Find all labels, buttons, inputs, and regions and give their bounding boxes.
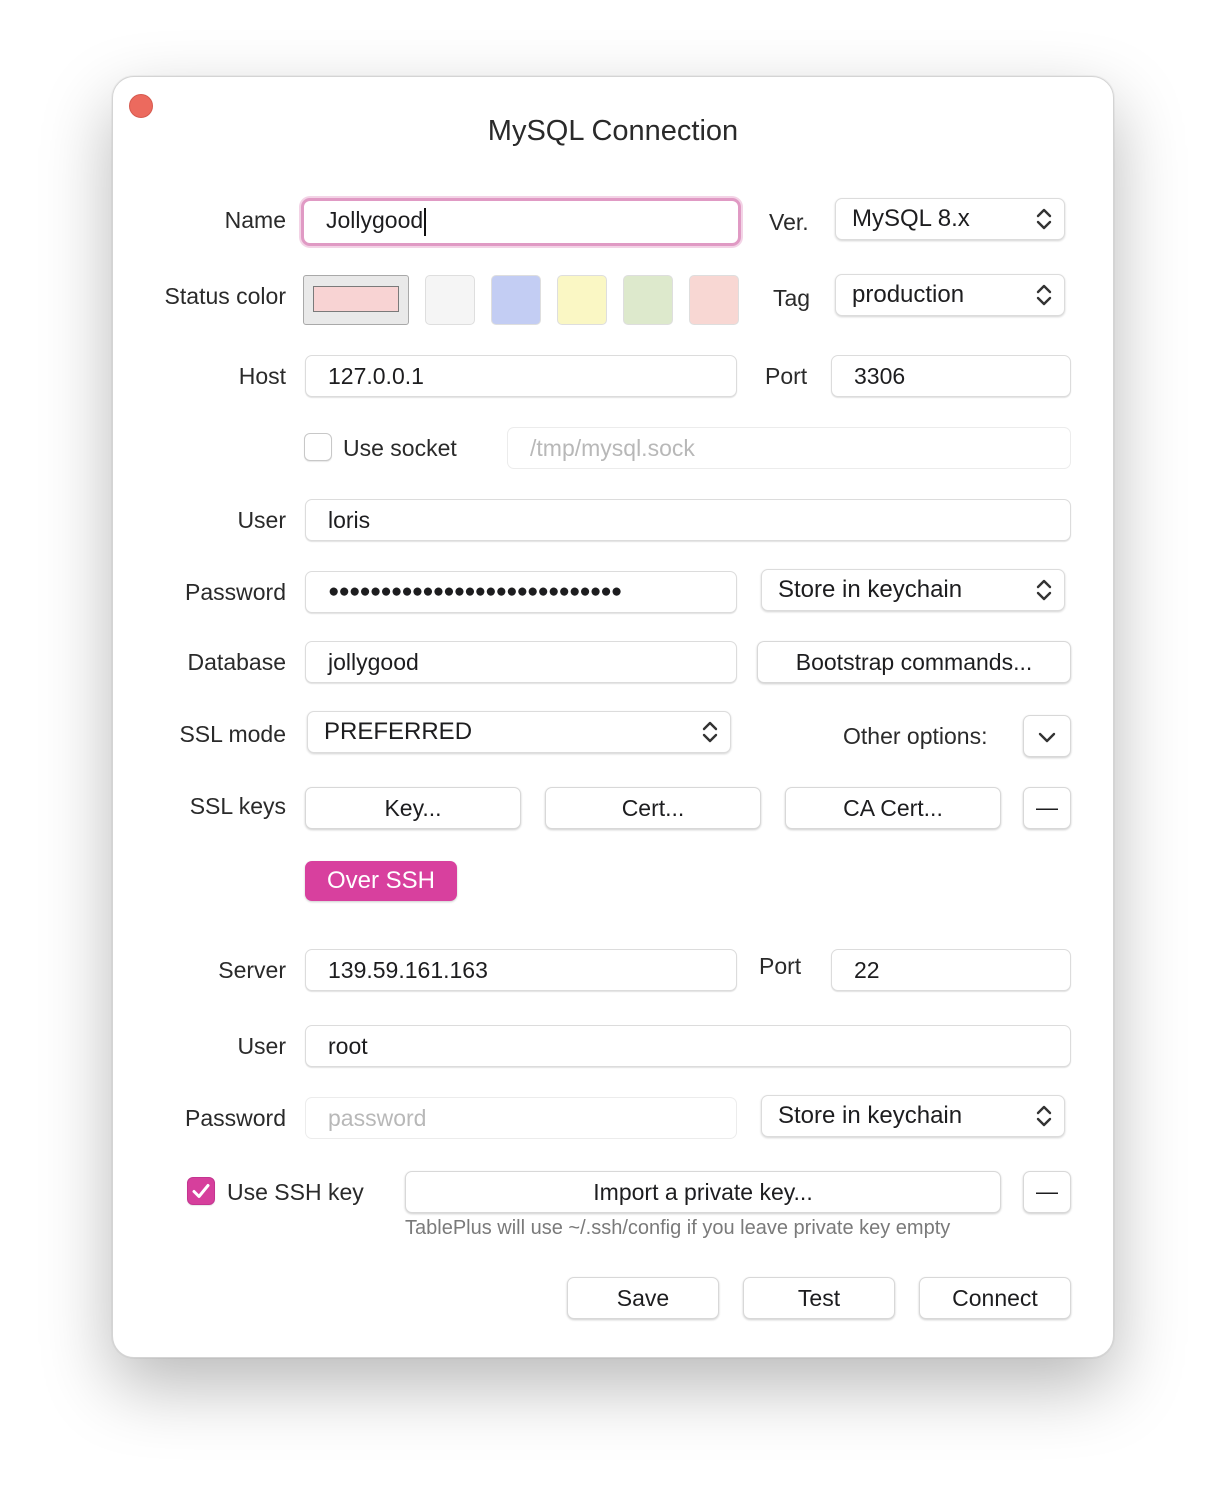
- version-label: Ver.: [769, 209, 809, 235]
- import-private-key-button[interactable]: Import a private key...: [405, 1171, 1001, 1213]
- ssl-key-button[interactable]: Key...: [305, 787, 521, 829]
- database-label: Database: [187, 649, 286, 675]
- user-input[interactable]: loris: [305, 499, 1071, 541]
- name-label: Name: [224, 207, 286, 233]
- password-label: Password: [185, 579, 286, 605]
- tag-value: production: [852, 281, 965, 308]
- ssh-user-label: User: [237, 1033, 286, 1059]
- ssh-password-store-select[interactable]: Store in keychain: [761, 1095, 1065, 1137]
- updown-chevron-icon: [1036, 208, 1052, 230]
- ssh-user-input[interactable]: root: [305, 1025, 1071, 1067]
- updown-chevron-icon: [702, 721, 718, 743]
- ssh-port-label: Port: [759, 953, 802, 979]
- updown-chevron-icon: [1036, 284, 1052, 306]
- ssl-cert-button[interactable]: Cert...: [545, 787, 761, 829]
- connection-dialog: MySQL Connection Name Jollygood Ver. MyS…: [112, 76, 1114, 1358]
- ssl-mode-label: SSL mode: [179, 721, 286, 747]
- status-color-swatch-gray[interactable]: [425, 275, 475, 325]
- password-input[interactable]: ●●●●●●●●●●●●●●●●●●●●●●●●●●●●: [305, 571, 737, 613]
- database-input[interactable]: jollygood: [305, 641, 737, 683]
- other-options-label: Other options:: [843, 723, 988, 749]
- over-ssh-toggle[interactable]: Over SSH: [305, 861, 457, 901]
- name-input[interactable]: Jollygood: [301, 198, 741, 246]
- version-value: MySQL 8.x: [852, 205, 970, 232]
- version-select[interactable]: MySQL 8.x: [835, 198, 1065, 240]
- connect-button[interactable]: Connect: [919, 1277, 1071, 1319]
- ssl-mode-select[interactable]: PREFERRED: [307, 711, 731, 753]
- updown-chevron-icon: [1036, 579, 1052, 601]
- checkmark-icon: [192, 1184, 210, 1198]
- ssl-mode-value: PREFERRED: [324, 718, 473, 745]
- save-button[interactable]: Save: [567, 1277, 719, 1319]
- user-label: User: [237, 507, 286, 533]
- ssh-port-input[interactable]: 22: [831, 949, 1071, 991]
- ssh-server-input[interactable]: 139.59.161.163: [305, 949, 737, 991]
- use-ssh-key-label: Use SSH key: [227, 1179, 364, 1205]
- chevron-down-icon: [1038, 732, 1056, 743]
- ssh-key-hint: TablePlus will use ~/.ssh/config if you …: [405, 1217, 951, 1239]
- port-input[interactable]: 3306: [831, 355, 1071, 397]
- use-ssh-key-checkbox[interactable]: [187, 1177, 215, 1205]
- other-options-toggle[interactable]: [1023, 715, 1071, 757]
- host-input[interactable]: 127.0.0.1: [305, 355, 737, 397]
- ssl-ca-cert-button[interactable]: CA Cert...: [785, 787, 1001, 829]
- ssh-password-input[interactable]: password: [305, 1097, 737, 1139]
- ssh-password-label: Password: [185, 1105, 286, 1131]
- port-label: Port: [765, 363, 808, 389]
- dialog-title: MySQL Connection: [487, 115, 739, 147]
- status-color-swatch-pink[interactable]: [689, 275, 739, 325]
- status-color-swatch-yellow[interactable]: [557, 275, 607, 325]
- password-store-select[interactable]: Store in keychain: [761, 569, 1065, 611]
- ssl-keys-remove-button[interactable]: —: [1023, 787, 1071, 829]
- ssh-password-store-value: Store in keychain: [778, 1102, 963, 1129]
- host-label: Host: [238, 363, 286, 389]
- status-color-swatch-selected[interactable]: [303, 275, 409, 325]
- selected-color-preview: [313, 286, 399, 312]
- name-value: Jollygood: [326, 207, 424, 233]
- password-store-value: Store in keychain: [778, 576, 963, 603]
- socket-path-input[interactable]: /tmp/mysql.sock: [507, 427, 1071, 469]
- ssh-key-remove-button[interactable]: —: [1023, 1171, 1071, 1213]
- status-color-swatch-green[interactable]: [623, 275, 673, 325]
- ssh-server-label: Server: [218, 957, 286, 983]
- use-socket-checkbox[interactable]: [304, 433, 332, 461]
- tag-select[interactable]: production: [835, 274, 1065, 316]
- bootstrap-commands-button[interactable]: Bootstrap commands...: [757, 641, 1071, 683]
- updown-chevron-icon: [1036, 1105, 1052, 1127]
- tag-label: Tag: [773, 285, 811, 311]
- status-color-swatch-blue[interactable]: [491, 275, 541, 325]
- ssl-keys-label: SSL keys: [189, 793, 286, 819]
- use-socket-label: Use socket: [343, 435, 457, 461]
- text-caret: [424, 207, 427, 236]
- status-color-label: Status color: [164, 283, 286, 309]
- test-button[interactable]: Test: [743, 1277, 895, 1319]
